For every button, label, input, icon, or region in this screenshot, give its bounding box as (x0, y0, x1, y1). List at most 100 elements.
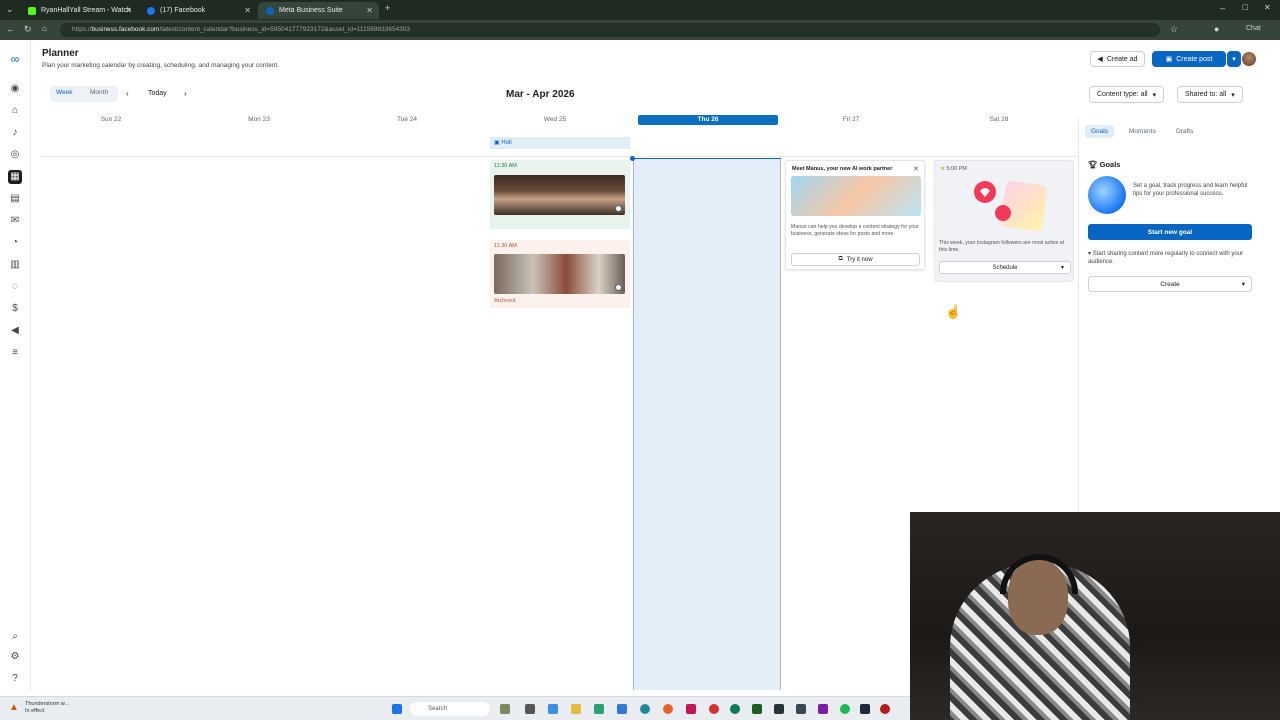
create-goal-button[interactable]: Create ▾ (1088, 276, 1252, 292)
bookmark-star-icon[interactable]: ☆ (1170, 24, 1178, 35)
terminal-icon[interactable] (796, 704, 806, 714)
previous-week-icon[interactable]: ‹ (126, 89, 129, 98)
firefox-icon[interactable] (663, 704, 673, 714)
engagement-icon[interactable]: ◌ (8, 280, 22, 294)
external-link-icon: ⧉ (838, 256, 843, 262)
megaphone-icon[interactable]: ◀ (8, 324, 22, 338)
create-post-button[interactable]: ▣ Create post (1152, 51, 1226, 67)
post-thumbnail (494, 175, 625, 215)
tab-drafts[interactable]: Drafts (1170, 125, 1199, 138)
ads-icon[interactable]: ◔ (8, 236, 22, 250)
chevron-down-icon: ▾ (1231, 91, 1235, 99)
compass-icon[interactable]: ◎ (8, 148, 22, 162)
inbox-icon[interactable]: ✉ (8, 214, 22, 228)
scheduled-post[interactable]: 11:30 AM (490, 160, 630, 229)
menu-icon[interactable]: ≡ (8, 346, 22, 360)
app-icon[interactable] (525, 704, 535, 714)
content-icon[interactable]: ▤ (8, 192, 22, 206)
weather-widget[interactable]: Thunderstorm w... In effect (25, 701, 69, 715)
close-icon[interactable]: ✕ (913, 165, 919, 173)
app-icon[interactable] (617, 704, 627, 714)
create-ad-button[interactable]: ◀ Create ad (1090, 51, 1145, 67)
home-icon[interactable]: ⌂ (8, 104, 22, 118)
app-icon[interactable] (709, 704, 719, 714)
today-button[interactable]: Today (148, 90, 167, 97)
settings-gear-icon[interactable]: ⚙ (8, 650, 22, 664)
holiday-event[interactable]: ▣ Holi (490, 137, 630, 149)
app-icon[interactable] (730, 704, 740, 714)
app-icon[interactable] (752, 704, 762, 714)
close-icon[interactable]: ✕ (125, 6, 132, 15)
monetization-icon[interactable]: $ (8, 302, 22, 316)
create-post-dropdown[interactable]: ▾ (1227, 51, 1241, 67)
browser-tab-business-suite[interactable]: Meta Business Suite ✕ (258, 2, 379, 19)
taskbar-search[interactable]: Search (410, 702, 490, 716)
meta-logo-icon[interactable]: ∞ (8, 52, 22, 66)
goals-tip: ▾ Start sharing content more regularly t… (1088, 250, 1258, 266)
spotify-icon[interactable] (840, 704, 850, 714)
new-tab-icon[interactable]: + (385, 3, 390, 13)
schedule-button[interactable]: Schedule ▾ (939, 261, 1071, 274)
tab-title: (17) Facebook (160, 7, 206, 14)
day-header: Wed 25 (543, 116, 567, 123)
app-icon[interactable] (548, 704, 558, 714)
app-icon[interactable] (686, 704, 696, 714)
next-week-icon[interactable]: › (184, 89, 187, 98)
content-type-filter[interactable]: Content type: all ▾ (1089, 86, 1165, 103)
start-new-goal-button[interactable]: Start new goal (1088, 224, 1252, 240)
browser-icon[interactable] (640, 704, 650, 714)
reload-icon[interactable]: ↻ (24, 24, 32, 35)
start-menu-icon[interactable] (392, 704, 402, 714)
address-bar-row: ← ↻ ⌂ https://business.facebook.com/late… (0, 20, 1280, 40)
day-header: Tue 24 (397, 116, 417, 123)
avatar[interactable] (1242, 52, 1256, 66)
browser-tab-facebook[interactable]: (17) Facebook ✕ (139, 2, 257, 19)
weather-icon: ▲ (9, 702, 19, 713)
help-icon[interactable]: ? (8, 672, 22, 686)
app-icon[interactable] (594, 704, 604, 714)
today-column[interactable] (633, 158, 781, 690)
ai-card-title: Meet Manus, your new AI work partner (792, 166, 893, 172)
month-view-button[interactable]: Month (90, 89, 108, 96)
megaphone-icon: ◀ (1097, 56, 1103, 63)
url-field[interactable]: https://business.facebook.com/latest/con… (60, 23, 1160, 37)
folder-icon[interactable] (571, 704, 581, 714)
close-icon[interactable]: ✕ (366, 6, 373, 15)
goals-description: Set a goal, track progress and learn hel… (1133, 183, 1248, 197)
account-avatar-icon[interactable]: ◉ (8, 82, 22, 96)
browser-tab-stream[interactable]: RyanHallYall Stream - Watch ✕ (20, 2, 138, 19)
suggested-time: ★ 5:00 PM (940, 166, 967, 172)
insights-icon[interactable]: ▥ (8, 258, 22, 272)
close-window-icon[interactable]: ✕ (1264, 3, 1271, 12)
maximize-icon[interactable]: ▢ (1242, 3, 1249, 11)
tab-moments[interactable]: Moments (1123, 125, 1162, 138)
left-sidebar: ∞ ◉ ⌂ ♪ ◎ ▦ ▤ ✉ ◔ ▥ ◌ $ ◀ ≡ ⌕ ⚙ ? (0, 40, 31, 690)
shared-to-filter[interactable]: Shared to: all ▾ (1177, 86, 1243, 103)
day-header: Fri 27 (842, 116, 860, 123)
tab-search-icon[interactable]: ⌄ (6, 4, 14, 15)
close-icon[interactable]: ✕ (244, 6, 251, 15)
create-ad-label: Create ad (1106, 55, 1138, 63)
app-icon[interactable] (500, 704, 510, 714)
trophy-icon: 🏆︎ (1088, 160, 1100, 169)
notifications-icon[interactable]: ♪ (8, 126, 22, 140)
steam-icon[interactable] (860, 704, 870, 714)
chevron-down-icon: ▾ (1232, 56, 1236, 63)
search-icon[interactable]: ⌕ (8, 630, 22, 644)
back-icon[interactable]: ← (6, 24, 15, 34)
planner-icon[interactable]: ▦ (8, 170, 22, 184)
day-header: Sat 28 (989, 116, 1009, 123)
minimize-icon[interactable]: – (1220, 3, 1225, 13)
tab-goals[interactable]: Goals (1085, 125, 1114, 138)
page-subtitle: Plan your marketing calendar by creating… (42, 62, 280, 69)
profile-icon[interactable]: ● (1214, 24, 1219, 34)
app-icon[interactable] (774, 704, 784, 714)
obs-icon[interactable] (880, 704, 890, 714)
week-view-button[interactable]: Week (56, 89, 73, 96)
archived-post[interactable]: 11:30 AM Archived (490, 240, 630, 308)
app-icon[interactable] (818, 704, 828, 714)
site-info-icon[interactable]: ⌂ (42, 24, 47, 33)
chat-button[interactable]: Chat (1246, 25, 1261, 32)
try-it-now-button[interactable]: ⧉ Try it now (791, 253, 920, 266)
instagram-icon (615, 205, 622, 212)
